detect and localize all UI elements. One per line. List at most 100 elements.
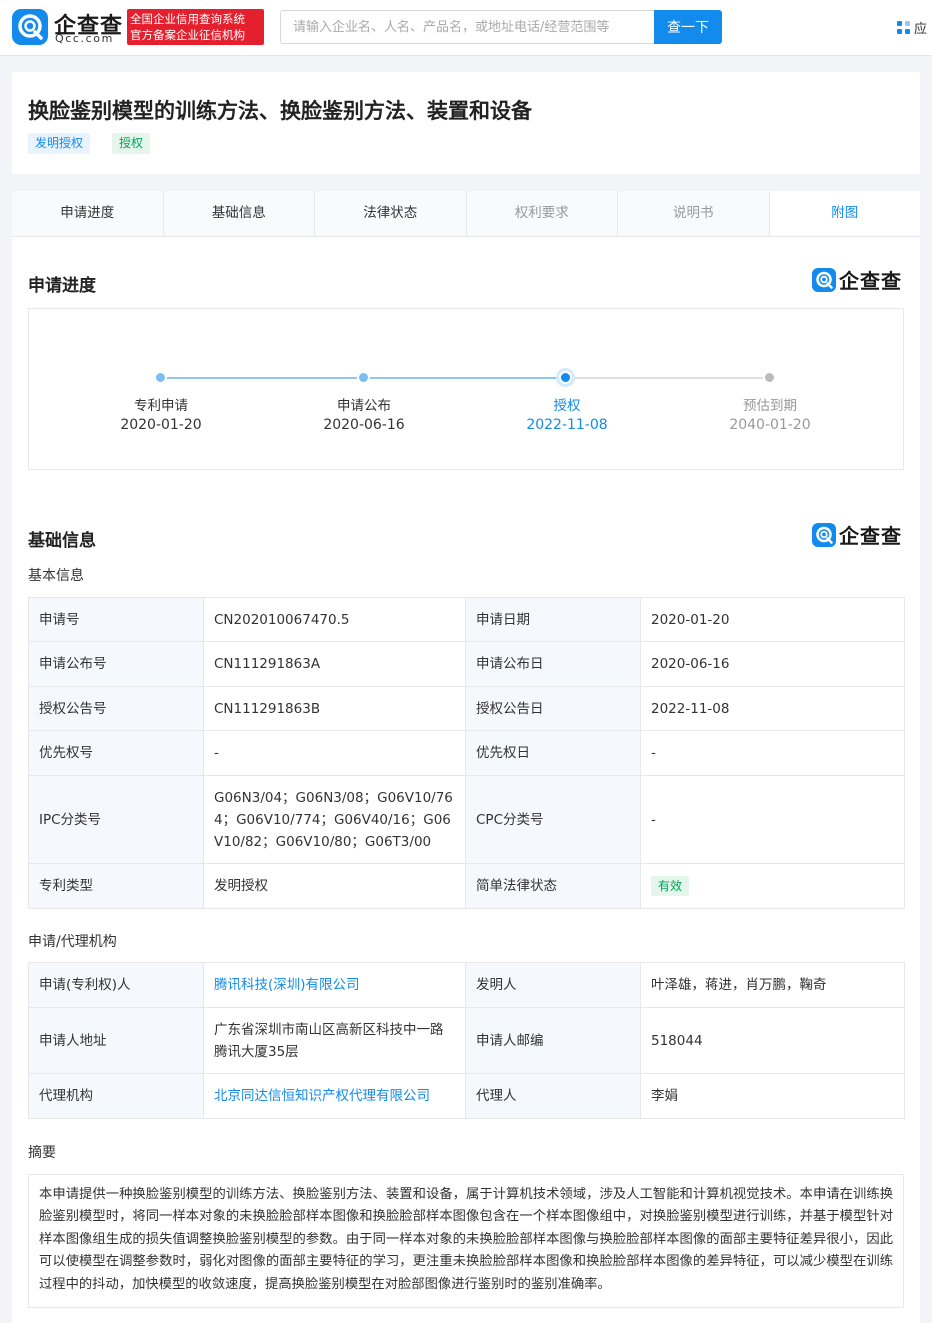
field-label: 发明人	[465, 962, 641, 1008]
step-label-grant: 授权	[553, 398, 581, 414]
site-logo[interactable]: 企查查 Qcc.com	[12, 9, 124, 47]
agency-table: 申请(专利权)人 腾讯科技(深圳)有限公司 发明人 叶泽雄，蒋进，肖万鹏，鞠奇 …	[28, 962, 905, 1119]
table-row: 授权公告号 CN111291863B 授权公告日 2022-11-08	[28, 686, 905, 731]
table-row: 专利类型 发明授权 简单法律状态 有效	[28, 863, 905, 909]
applicant-address: 广东省深圳市南山区高新区科技中一路腾讯大厦35层	[203, 1007, 466, 1074]
table-row: 申请(专利权)人 腾讯科技(深圳)有限公司 发明人 叶泽雄，蒋进，肖万鹏，鞠奇	[28, 962, 905, 1008]
step-date-publish: 2020-06-16	[323, 417, 405, 433]
watermark-text: 企查查	[839, 269, 902, 293]
table-row: 优先权号 - 优先权日 -	[28, 730, 905, 776]
qcc-watermark-logo: 企查查	[812, 522, 906, 548]
inventors: 叶泽雄，蒋进，肖万鹏，鞠奇	[640, 962, 905, 1008]
field-label: 申请公布号	[28, 641, 204, 687]
field-label: 申请号	[28, 597, 204, 642]
tab-claims[interactable]: 权利要求	[466, 191, 618, 236]
tab-specification[interactable]: 说明书	[618, 191, 770, 236]
page-title: 换脸鉴别模型的训练方法、换脸鉴别方法、装置和设备	[28, 99, 532, 123]
field-label: 优先权号	[28, 730, 204, 776]
app-grid-icon	[897, 21, 911, 35]
priority-date: -	[640, 730, 905, 776]
field-label: 申请(专利权)人	[28, 962, 204, 1008]
grant-date: 2022-11-08	[640, 686, 905, 731]
abstract-text: 本申请提供一种换脸鉴别模型的训练方法、换脸鉴别方法、装置和设备，属于计算机技术领…	[28, 1174, 904, 1308]
table-row: 申请号 CN202010067470.5 申请日期 2020-01-20	[28, 597, 905, 642]
patent-type: 发明授权	[203, 863, 466, 909]
patent-title-card: 换脸鉴别模型的训练方法、换脸鉴别方法、装置和设备 发明授权 授权	[12, 72, 920, 174]
field-label: 代理人	[465, 1073, 641, 1119]
qcc-logo-icon	[12, 9, 48, 45]
agency-cell: 北京同达信恒知识产权代理有限公司	[203, 1073, 466, 1119]
field-label: IPC分类号	[28, 775, 204, 864]
table-row: 申请人地址 广东省深圳市南山区高新区科技中一路腾讯大厦35层 申请人邮编 518…	[28, 1007, 905, 1074]
step-label-apply: 专利申请	[134, 398, 188, 414]
field-label: 申请日期	[465, 597, 641, 642]
abstract-subtitle: 摘要	[28, 1145, 56, 1161]
field-label: 专利类型	[28, 863, 204, 909]
basic-info-table: 申请号 CN202010067470.5 申请日期 2020-01-20 申请公…	[28, 597, 905, 909]
field-label: 授权公告号	[28, 686, 204, 731]
patent-type-tag: 发明授权	[28, 133, 91, 154]
app-download-link[interactable]: 应	[897, 18, 927, 37]
step-date-apply: 2020-01-20	[120, 417, 202, 433]
qcc-watermark-logo: 企查查	[812, 267, 906, 293]
field-label: 优先权日	[465, 730, 641, 776]
tab-progress[interactable]: 申请进度	[12, 191, 164, 236]
watermark-text: 企查查	[839, 524, 902, 548]
basic-subtitle: 基本信息	[28, 568, 84, 584]
cert-line-1: 全国企业信用查询系统	[130, 12, 245, 26]
applicant-cell: 腾讯科技(深圳)有限公司	[203, 962, 466, 1008]
progress-line-future	[567, 377, 770, 379]
step-dot-expire	[763, 371, 776, 384]
step-label-expire: 预估到期	[743, 398, 797, 414]
app-link-label: 应	[914, 22, 928, 37]
agency-link[interactable]: 北京同达信恒知识产权代理有限公司	[214, 1088, 430, 1104]
top-header: 企查查 Qcc.com 全国企业信用查询系统 官方备案企业征信机构 查一下 应	[0, 0, 932, 56]
field-label: 申请人地址	[28, 1007, 204, 1074]
publication-date: 2020-06-16	[640, 641, 905, 687]
ipc-classification: G06N3/04；G06N3/08；G06V10/764；G06V10/774；…	[203, 775, 466, 864]
field-label: 简单法律状态	[465, 863, 641, 909]
step-label-publish: 申请公布	[337, 398, 391, 414]
grant-number: CN111291863B	[203, 686, 466, 731]
step-dot-apply	[154, 371, 167, 384]
table-row: IPC分类号 G06N3/04；G06N3/08；G06V10/764；G06V…	[28, 775, 905, 864]
field-label: CPC分类号	[465, 775, 641, 864]
agent-name: 李娟	[640, 1073, 905, 1119]
application-date: 2020-01-20	[640, 597, 905, 642]
qcc-watermark-icon	[812, 268, 836, 292]
agency-subtitle: 申请/代理机构	[28, 934, 117, 950]
step-date-grant: 2022-11-08	[526, 417, 608, 433]
tab-basic-info[interactable]: 基础信息	[163, 191, 315, 236]
field-label: 申请人邮编	[465, 1007, 641, 1074]
patent-status-tag: 授权	[112, 133, 151, 154]
tab-drawings[interactable]: 附图	[769, 191, 920, 236]
applicant-link[interactable]: 腾讯科技(深圳)有限公司	[214, 977, 360, 993]
patent-detail-card: 申请进度 基础信息 法律状态 权利要求 说明书 附图 申请进度 企查查 专利申请…	[12, 191, 920, 1323]
table-row: 申请公布号 CN111291863A 申请公布日 2020-06-16	[28, 641, 905, 687]
priority-number: -	[203, 730, 466, 776]
basic-section-title: 基础信息	[28, 531, 96, 551]
step-date-expire: 2040-01-20	[729, 417, 811, 433]
applicant-postcode: 518044	[640, 1007, 905, 1074]
legal-status-cell: 有效	[640, 863, 905, 909]
step-dot-grant	[559, 371, 572, 384]
publication-number: CN111291863A	[203, 641, 466, 687]
field-label: 授权公告日	[465, 686, 641, 731]
cert-line-2: 官方备案企业征信机构	[130, 28, 245, 42]
field-label: 代理机构	[28, 1073, 204, 1119]
search-button[interactable]: 查一下	[654, 10, 722, 44]
tab-legal-status[interactable]: 法律状态	[315, 191, 467, 236]
qcc-watermark-icon	[812, 523, 836, 547]
step-dot-publish	[357, 371, 370, 384]
search-input[interactable]	[280, 10, 654, 44]
certification-badge: 全国企业信用查询系统 官方备案企业征信机构	[127, 9, 264, 45]
progress-section-title: 申请进度	[28, 276, 96, 296]
detail-tabs: 申请进度 基础信息 法律状态 权利要求 说明书 附图	[12, 191, 920, 237]
table-row: 代理机构 北京同达信恒知识产权代理有限公司 代理人 李娟	[28, 1073, 905, 1119]
cpc-classification: -	[640, 775, 905, 864]
status-badge: 有效	[651, 876, 690, 896]
field-label: 申请公布日	[465, 641, 641, 687]
application-number: CN202010067470.5	[203, 597, 466, 642]
logo-domain: Qcc.com	[55, 32, 114, 45]
progress-timeline: 专利申请 2020-01-20 申请公布 2020-06-16 授权 2022-…	[28, 308, 904, 470]
